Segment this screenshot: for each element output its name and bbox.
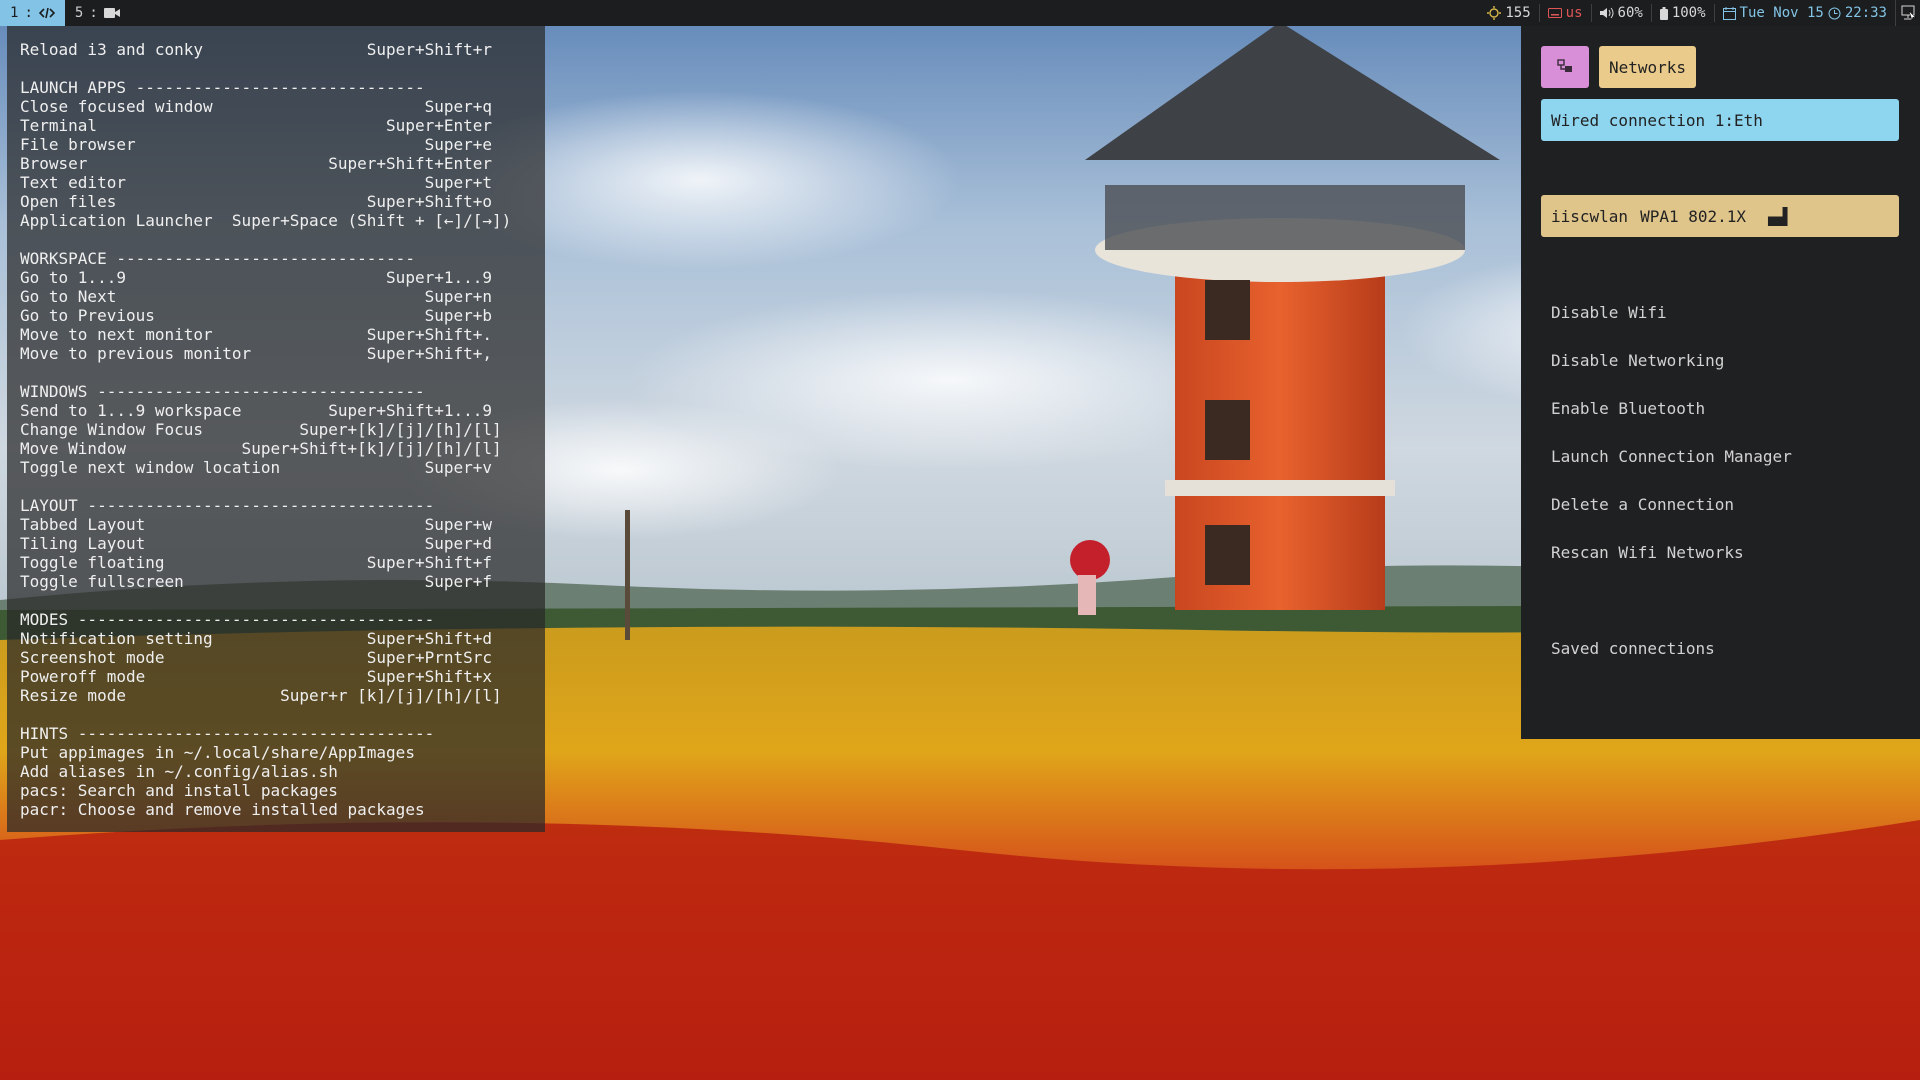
volume-value: 60% [1617, 5, 1643, 21]
cheatsheet-line: Move to next monitor Super+Shift+. [20, 325, 493, 344]
menu-option-disable-networking[interactable]: Disable Networking [1551, 351, 1724, 370]
datetime-indicator[interactable]: Tue Nov 15 22:33 [1713, 4, 1895, 22]
top-bar: 1 : 5 : 155 us 60% 100% Tue Nov 15 22:33 [0, 0, 1920, 26]
menu-option-disable-wifi[interactable]: Disable Wifi [1551, 303, 1667, 322]
wifi-signal-icon: ▄▟ [1768, 206, 1788, 226]
cheatsheet-line: Change Window Focus Super+[k]/[j]/[h]/[l… [20, 420, 502, 439]
cheatsheet-line: Browser Super+Shift+Enter [20, 154, 493, 173]
date-value: Tue Nov 15 [1739, 5, 1824, 21]
cheatsheet-line: Resize mode Super+r [k]/[j]/[h]/[l] [20, 686, 502, 705]
cheatsheet-line: Notification setting Super+Shift+d [20, 629, 493, 648]
calendar-icon [1722, 6, 1736, 20]
cheatsheet-line: HINTS ----------------------------------… [20, 724, 435, 743]
wifi-network-entry[interactable]: iiscwlan WPA1 802.1X ▄▟ [1541, 195, 1899, 237]
wifi-security: WPA1 802.1X [1640, 206, 1747, 226]
cheatsheet-line: Add aliases in ~/.config/alias.sh [20, 762, 338, 781]
cheatsheet-blank-line [20, 591, 545, 610]
cheatsheet-line: Tabbed Layout Super+w [20, 515, 493, 534]
cheatsheet-line: Open files Super+Shift+o [20, 192, 493, 211]
cheatsheet-line: Toggle floating Super+Shift+f [20, 553, 493, 572]
keyboard-icon [1547, 8, 1562, 18]
workspace-separator: : [24, 5, 33, 21]
keybinding-cheatsheet: Reload i3 and conky Super+Shift+r LAUNCH … [7, 26, 545, 832]
battery-icon [1659, 6, 1668, 20]
cheatsheet-line: Move Window Super+Shift+[k]/[j]/[h]/[l] [20, 439, 502, 458]
cheatsheet-line: pacr: Choose and remove installed packag… [20, 800, 425, 819]
cheatsheet-line: File browser Super+e [20, 135, 493, 154]
cheatsheet-line: Send to 1...9 workspace Super+Shift+1...… [20, 401, 493, 420]
menu-option-launch-connection-manager[interactable]: Launch Connection Manager [1551, 447, 1792, 466]
cheatsheet-line: Tiling Layout Super+d [20, 534, 493, 553]
speaker-icon [1599, 7, 1614, 19]
cheatsheet-line: Reload i3 and conky Super+Shift+r [20, 40, 493, 59]
cheatsheet-line: Go to 1...9 Super+1...9 [20, 268, 493, 287]
workspace-button-5[interactable]: 5 : [65, 0, 130, 26]
cheatsheet-blank-line [20, 705, 545, 724]
cheatsheet-line: pacs: Search and install packages [20, 781, 338, 800]
keyboard-layout-indicator[interactable]: us [1538, 4, 1591, 22]
battery-value: 100% [1671, 5, 1706, 21]
video-camera-icon [103, 7, 120, 19]
code-icon [38, 7, 55, 19]
workspace-separator: : [89, 5, 98, 21]
menu-option-delete-connection[interactable]: Delete a Connection [1551, 495, 1734, 514]
cheatsheet-blank-line [20, 59, 545, 78]
network-tray-icon[interactable] [1895, 0, 1920, 26]
cheatsheet-line: Text editor Super+t [20, 173, 493, 192]
network-menu: Networks Wired connection 1:Eth iiscwlan… [1521, 26, 1920, 739]
menu-header: Networks [1541, 46, 1697, 88]
cheatsheet-line: Screenshot mode Super+PrntSrc [20, 648, 493, 667]
network-icon [1557, 58, 1573, 77]
cheatsheet-line: Toggle next window location Super+v [20, 458, 493, 477]
cheatsheet-line: Poweroff mode Super+Shift+x [20, 667, 493, 686]
cheatsheet-line: Put appimages in ~/.local/share/AppImage… [20, 743, 415, 762]
cheatsheet-line: WINDOWS --------------------------------… [20, 382, 425, 401]
cheatsheet-blank-line [20, 230, 545, 249]
brightness-value: 155 [1505, 5, 1531, 21]
cheatsheet-blank-line [20, 477, 545, 496]
cheatsheet-line: LAUNCH APPS ----------------------------… [20, 78, 425, 97]
volume-indicator[interactable]: 60% [1590, 4, 1651, 22]
cheatsheet-line: WORKSPACE ------------------------------… [20, 249, 415, 268]
cheatsheet-blank-line [20, 363, 545, 382]
cheatsheet-line: Toggle fullscreen Super+f [20, 572, 493, 591]
clock-icon [1828, 7, 1841, 20]
cheatsheet-line: Go to Next Super+n [20, 287, 493, 306]
cheatsheet-line: Go to Previous Super+b [20, 306, 493, 325]
cheatsheet-line: Move to previous monitor Super+Shift+, [20, 344, 493, 363]
battery-indicator[interactable]: 100% [1650, 4, 1714, 22]
cheatsheet-line: Application Launcher Super+Space (Shift … [20, 211, 512, 230]
keyboard-layout-value: us [1565, 5, 1583, 21]
time-value: 22:33 [1844, 5, 1887, 21]
status-area: 155 us 60% 100% Tue Nov 15 22:33 [1479, 0, 1920, 26]
menu-option-saved-connections[interactable]: Saved connections [1551, 639, 1715, 658]
mode-switcher-button[interactable] [1541, 46, 1589, 88]
workspace-button-1[interactable]: 1 : [0, 0, 65, 26]
menu-option-enable-bluetooth[interactable]: Enable Bluetooth [1551, 399, 1705, 418]
workspace-number: 1 [10, 5, 19, 21]
menu-prompt[interactable]: Networks [1599, 46, 1697, 88]
cheatsheet-line: Terminal Super+Enter [20, 116, 493, 135]
brightness-indicator[interactable]: 155 [1479, 4, 1538, 22]
workspace-number: 5 [74, 5, 84, 21]
cheatsheet-line: LAYOUT ---------------------------------… [20, 496, 435, 515]
cheatsheet-line: Close focused window Super+q [20, 97, 493, 116]
cheatsheet-line: MODES ----------------------------------… [20, 610, 435, 629]
menu-option-rescan-wifi[interactable]: Rescan Wifi Networks [1551, 543, 1744, 562]
wifi-ssid: iiscwlan [1551, 206, 1629, 226]
wired-connection-entry[interactable]: Wired connection 1:Eth [1541, 99, 1899, 141]
brightness-icon [1487, 6, 1502, 20]
